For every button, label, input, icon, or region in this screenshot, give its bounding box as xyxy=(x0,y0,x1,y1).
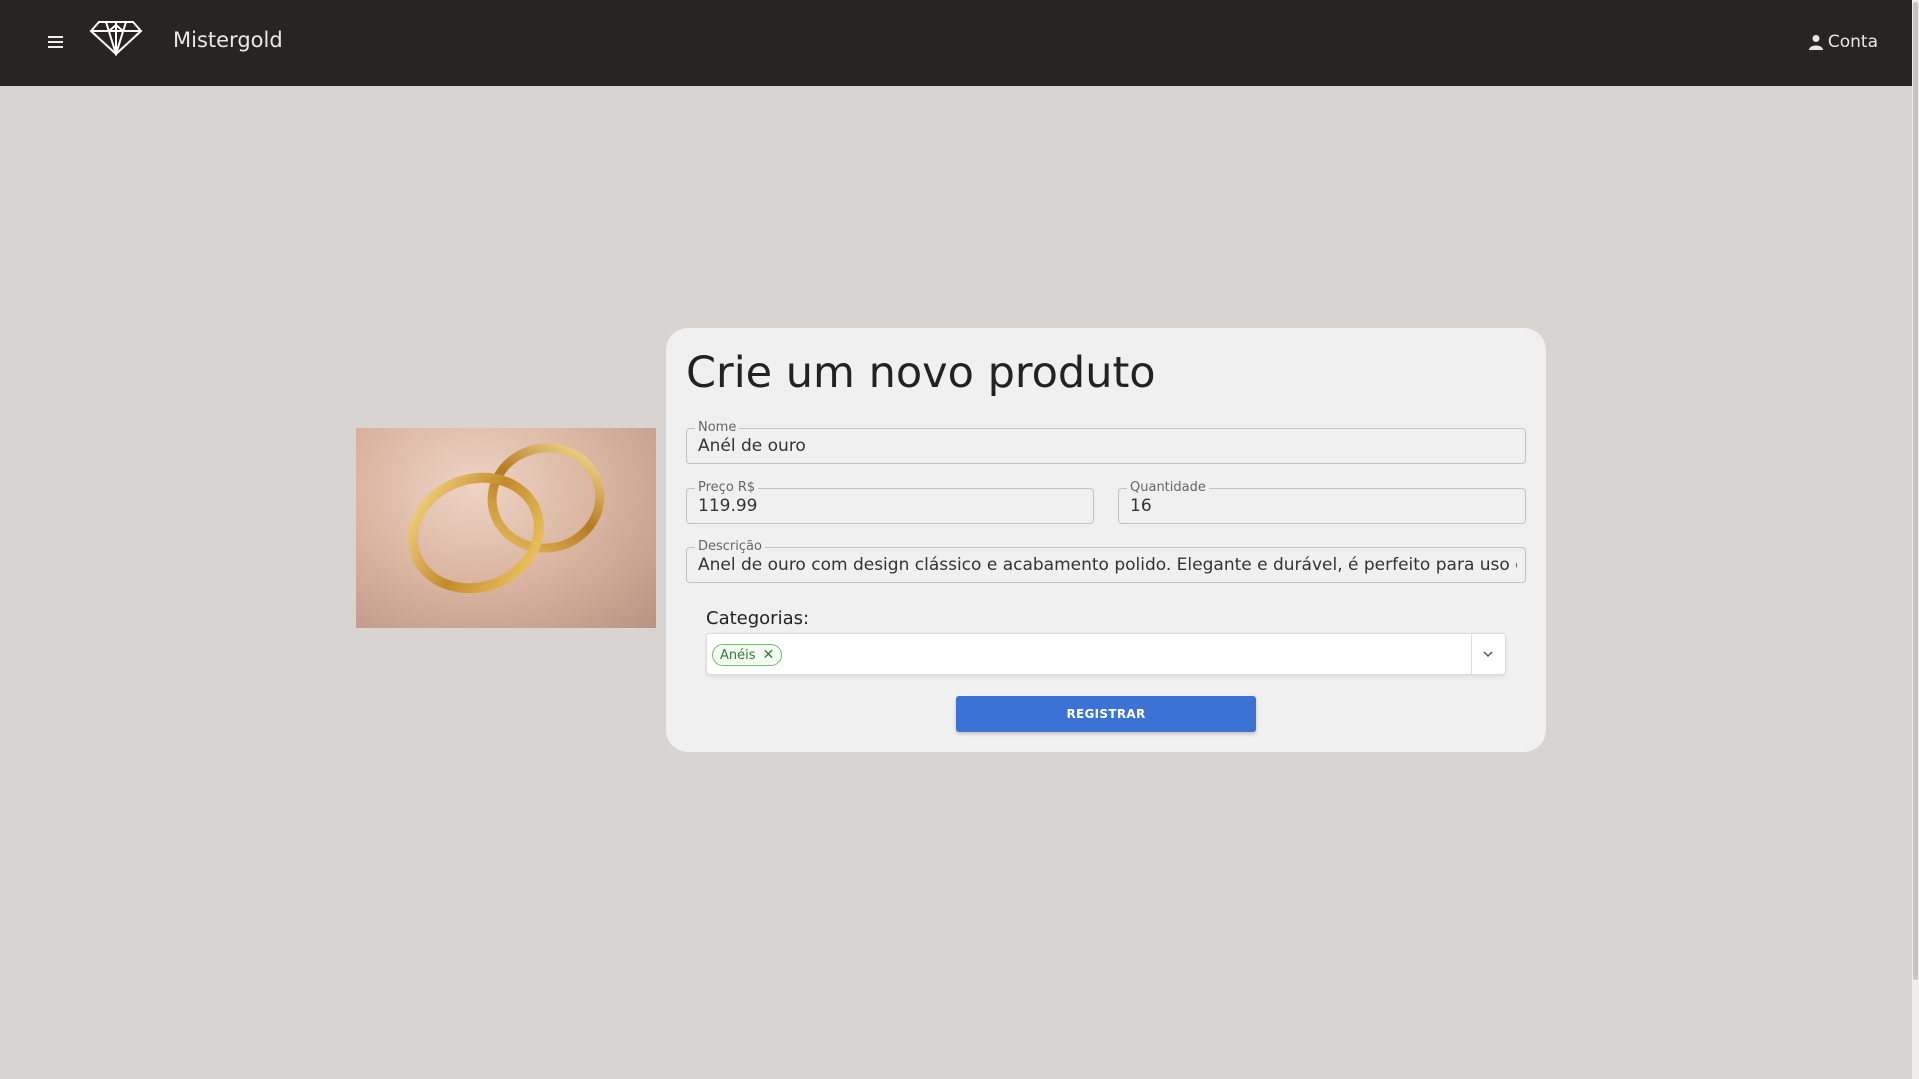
quantity-value[interactable]: 16 xyxy=(1130,496,1517,516)
close-icon[interactable]: ✕ xyxy=(763,647,775,663)
page-scrollbar[interactable] xyxy=(1912,0,1919,1079)
price-value[interactable]: 119.99 xyxy=(698,496,1085,516)
user-icon xyxy=(1808,35,1823,50)
register-button[interactable]: REGISTRAR xyxy=(956,696,1256,732)
account-label: Conta xyxy=(1827,32,1878,52)
name-label: Nome xyxy=(695,420,740,435)
select-divider xyxy=(1471,634,1472,674)
brand-name[interactable]: Mistergold xyxy=(173,28,283,52)
description-field[interactable]: Descrição Anel de ouro com design clássi… xyxy=(686,539,1526,583)
quantity-label: Quantidade xyxy=(1127,480,1209,495)
description-value[interactable]: Anel de ouro com design clássico e acaba… xyxy=(698,555,1517,575)
name-field[interactable]: Nome Anél de ouro xyxy=(686,420,1526,464)
category-chip: Anéis ✕ xyxy=(712,644,783,666)
menu-icon[interactable] xyxy=(44,33,66,53)
categories-select[interactable]: Anéis ✕ xyxy=(706,633,1506,675)
page-title: Crie um novo produto xyxy=(686,348,1156,398)
price-label: Preço R$ xyxy=(695,480,759,495)
name-value[interactable]: Anél de ouro xyxy=(698,436,1517,456)
description-label: Descrição xyxy=(695,539,765,554)
create-product-card: Crie um novo produto Nome Anél de ouro P… xyxy=(666,328,1546,752)
quantity-field[interactable]: Quantidade 16 xyxy=(1118,480,1526,524)
top-navbar: Mistergold Conta xyxy=(0,0,1912,86)
diamond-logo-icon[interactable] xyxy=(89,16,143,56)
category-chip-label: Anéis xyxy=(720,647,756,663)
price-field[interactable]: Preço R$ 119.99 xyxy=(686,480,1094,524)
product-image xyxy=(356,428,656,628)
account-button[interactable]: Conta xyxy=(1808,32,1878,52)
categories-label: Categorias: xyxy=(706,608,810,629)
chevron-down-icon[interactable] xyxy=(1481,647,1495,661)
